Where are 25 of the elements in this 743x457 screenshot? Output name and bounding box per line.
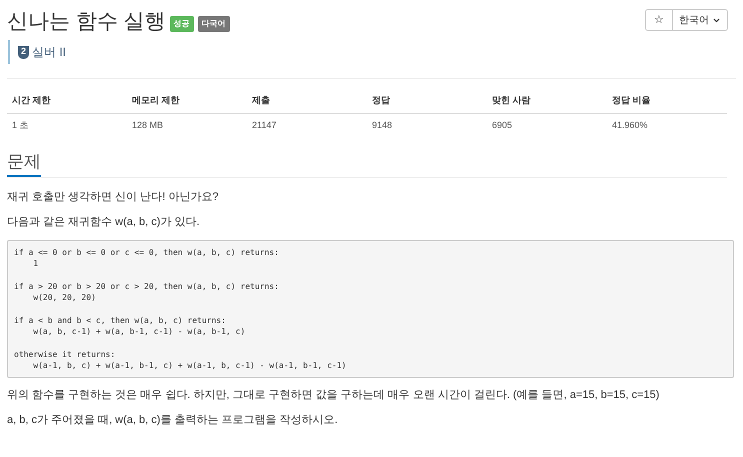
status-label: 다국어 (198, 16, 230, 32)
paragraph: 재귀 호출만 생각하면 신이 난다! 아닌가요? (7, 190, 220, 205)
column-header: 정답 비율 (607, 89, 727, 113)
tier-badge: 2 (18, 46, 29, 58)
tier-name: 실버 II (32, 44, 66, 61)
code-block: if a <= 0 or b <= 0 or c <= 0, then w(a, b, c) returns: 1 if a > 20 or b > 20 or c > 20, then w(a, b, c) returns: w(20, 20, 20) if a < b and b < c, then w(a, b, c) returns: w(a, b, c-1) + w(a, b-1, c-1) - w(a, b-1, c) otherwise it returns: w(a-1, b, c) + w(a-1, b-1, c) + w(a-1, b, c-1) - w(a-1, b-1, c-1) (7, 240, 734, 378)
problem-title: 신나는 함수 실행 (7, 9, 166, 35)
star-button[interactable]: ☆ (645, 9, 673, 31)
column-header: 정답 (367, 89, 487, 113)
section-heading: 문제 (7, 151, 41, 177)
column-header: 맞힌 사람 (487, 89, 607, 113)
language-dropdown[interactable]: 한국어 (673, 9, 728, 31)
table-cell: 9148 (367, 113, 487, 137)
paragraph: a, b, c가 주어졌을 때, w(a, b, c)를 출력하는 프로그램을 작성하시오. (7, 413, 339, 428)
table-cell: 128 MB (127, 113, 247, 137)
table-cell: 21147 (247, 113, 367, 137)
table-cell: 1 초 (7, 113, 127, 137)
column-header: 메모리 제한 (127, 89, 247, 113)
column-header: 시간 제한 (7, 89, 127, 113)
column-header: 제출 (247, 89, 367, 113)
table-cell: 41.960% (607, 113, 727, 137)
table-cell: 6905 (487, 113, 607, 137)
paragraph: 위의 함수를 구현하는 것은 매우 쉽다. 하지만, 그대로 구현하면 값을 구하는데 매우 오랜 시간이 걸린다. (예를 들면, a=15, b=15, c=15) (7, 388, 660, 404)
status-label: 성공 (170, 16, 194, 32)
paragraph: 다음과 같은 재귀함수 w(a, b, c)가 있다. (7, 215, 201, 230)
